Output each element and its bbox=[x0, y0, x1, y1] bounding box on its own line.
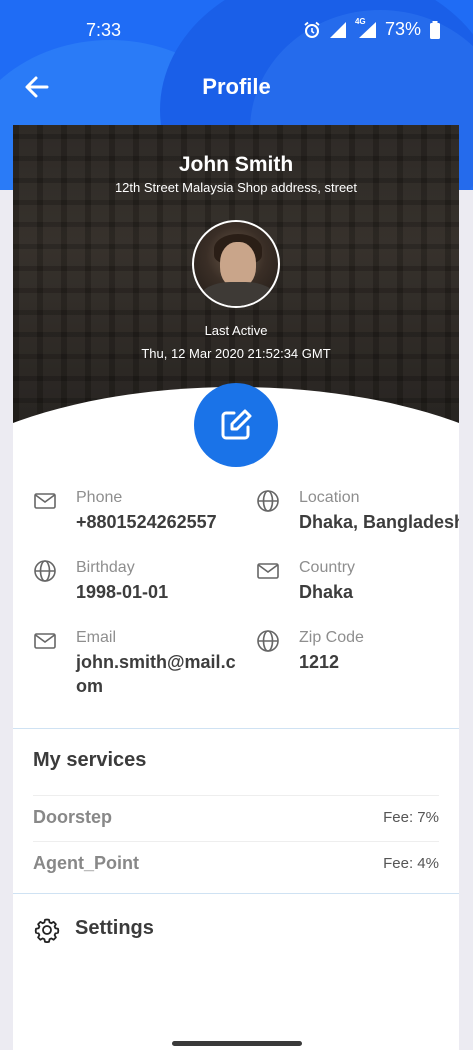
status-time: 7:33 bbox=[86, 20, 122, 40]
services-title: My services bbox=[33, 749, 147, 771]
avatar-coat bbox=[200, 282, 276, 306]
country-value: Dhaka bbox=[299, 582, 354, 602]
profile-card: John Smith 12th Street Malaysia Shop add… bbox=[13, 125, 459, 1050]
phone-value: +8801524262557 bbox=[76, 512, 217, 532]
zip-code-value: 1212 bbox=[299, 652, 340, 672]
user-address: 12th Street Malaysia Shop address, stree… bbox=[114, 180, 358, 195]
globe-icon bbox=[34, 560, 56, 582]
section-divider bbox=[13, 893, 459, 894]
edit-profile-button[interactable] bbox=[194, 383, 278, 467]
page-title: Profile bbox=[202, 74, 271, 99]
avatar[interactable] bbox=[192, 220, 280, 308]
battery-percent: 73% bbox=[384, 19, 421, 39]
globe-icon bbox=[257, 490, 279, 512]
location-value: Dhaka, Bangladesh bbox=[299, 512, 459, 532]
row-divider bbox=[33, 795, 439, 796]
app-bar: Profile bbox=[0, 62, 473, 112]
service-row-doorstep[interactable]: Doorstep Fee: 7% bbox=[33, 797, 439, 841]
alarm-icon bbox=[303, 21, 321, 39]
network-4g-signal-icon: 4G bbox=[355, 17, 377, 39]
phone-label: Phone bbox=[76, 489, 123, 506]
row-divider bbox=[33, 841, 439, 842]
settings-button[interactable]: Settings bbox=[33, 915, 333, 945]
zip-code-label: Zip Code bbox=[299, 629, 364, 646]
settings-label: Settings bbox=[75, 917, 154, 939]
mail-icon bbox=[34, 493, 56, 509]
profile-hero: John Smith 12th Street Malaysia Shop add… bbox=[13, 125, 459, 425]
birthday-value: 1998-01-01 bbox=[76, 582, 169, 602]
location-label: Location bbox=[299, 489, 360, 506]
birthday-label: Birthday bbox=[76, 559, 135, 576]
section-divider bbox=[13, 728, 459, 729]
signal-icon bbox=[329, 21, 347, 39]
last-active-time: Thu, 12 Mar 2020 21:52:34 GMT bbox=[141, 346, 331, 361]
service-row-agent-point[interactable]: Agent_Point Fee: 4% bbox=[33, 843, 439, 887]
battery-icon bbox=[429, 20, 441, 39]
mail-icon bbox=[34, 633, 56, 649]
mail-icon bbox=[257, 563, 279, 579]
country-label: Country bbox=[299, 559, 356, 576]
last-active-label: Last Active bbox=[204, 323, 268, 338]
email-label: Email bbox=[76, 629, 117, 646]
service-fee: Fee: 4% bbox=[383, 855, 439, 872]
service-name: Agent_Point bbox=[33, 853, 139, 873]
status-icons: 4G 73% bbox=[303, 17, 441, 40]
edit-icon bbox=[221, 409, 252, 440]
service-name: Doorstep bbox=[33, 807, 113, 827]
email-value: john.smith@mail.com bbox=[76, 652, 236, 696]
home-indicator[interactable] bbox=[172, 1041, 302, 1046]
status-bar: 7:33 4G 73% bbox=[0, 0, 473, 46]
network-type-label: 4G bbox=[354, 16, 366, 26]
globe-icon bbox=[257, 630, 279, 652]
user-name: John Smith bbox=[178, 153, 294, 176]
gear-icon bbox=[34, 918, 60, 943]
service-fee: Fee: 7% bbox=[383, 809, 439, 826]
